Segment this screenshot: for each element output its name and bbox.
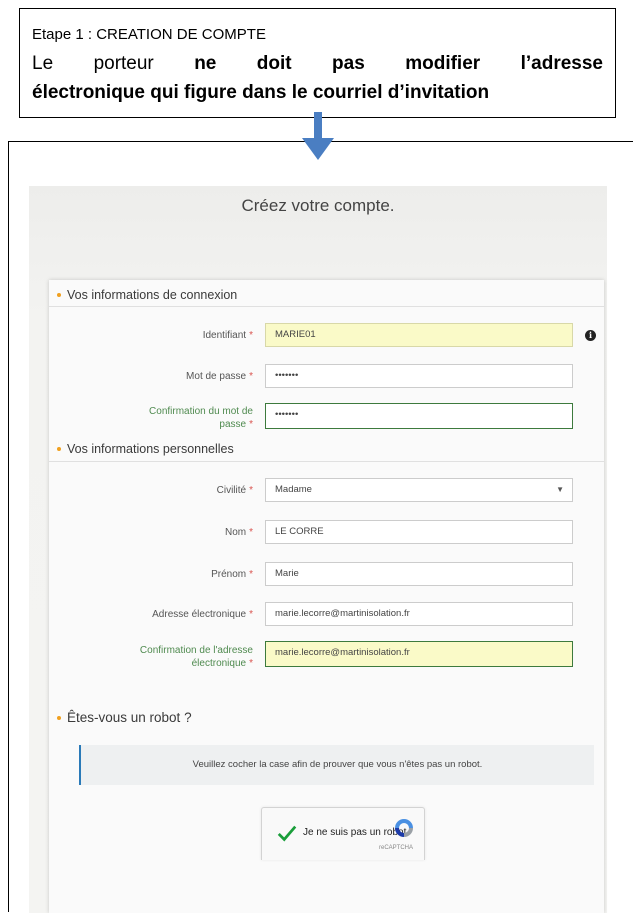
identifiant-label: Identifiant *	[202, 330, 253, 341]
info-icon[interactable]: i	[585, 330, 596, 341]
instruction-box: Etape 1 : CREATION DE COMPTE Le porteur …	[19, 8, 616, 118]
step-title: Etape 1 : CREATION DE COMPTE	[32, 26, 266, 43]
civilite-select[interactable]: Madame ▼	[265, 478, 573, 502]
checkmark-icon[interactable]	[276, 822, 298, 844]
password-input[interactable]: •••••••	[265, 364, 573, 388]
page-title: Créez votre compte.	[241, 196, 395, 215]
identifiant-input[interactable]: MARIE01	[265, 323, 573, 347]
robot-info-message: Veuillez cocher la case afin de prouver …	[79, 745, 594, 785]
signup-page: Créez votre compte. Vos informations de …	[29, 186, 607, 913]
signup-form: Vos informations de connexion Identifian…	[49, 280, 604, 913]
recaptcha-label: Je ne suis pas un robot	[303, 827, 407, 838]
instruction-bold-word: modifier	[405, 53, 481, 74]
prenom-input[interactable]: Marie	[265, 562, 573, 586]
civilite-label: Civilité *	[216, 485, 253, 496]
civilite-value: Madame	[275, 484, 312, 495]
password-label: Mot de passe *	[186, 371, 253, 382]
screenshot-frame: Créez votre compte. Vos informations de …	[8, 141, 633, 913]
email-label: Adresse électronique *	[152, 609, 253, 620]
instruction-bold-word: pas	[332, 53, 365, 74]
recaptcha-logo-icon	[395, 819, 413, 837]
section-divider	[49, 306, 604, 307]
bullet-dot-icon	[57, 447, 61, 451]
section-title-robot: Êtes-vous un robot ?	[57, 710, 192, 725]
instruction-line-2: électronique qui figure dans le courriel…	[32, 82, 490, 103]
instruction-bold-word: l’adresse	[520, 53, 603, 74]
instruction-word: porteur	[93, 53, 154, 74]
recaptcha-brand: reCAPTCHA	[379, 845, 414, 851]
prenom-label: Prénom *	[211, 569, 253, 580]
password-confirm-input[interactable]: •••••••	[265, 403, 573, 429]
bullet-dot-icon	[57, 715, 61, 720]
nom-label: Nom *	[224, 527, 253, 538]
email-confirm-input[interactable]: marie.lecorre@martinisolation.fr	[265, 641, 573, 667]
recaptcha-widget[interactable]: Je ne suis pas un robot reCAPTCHA	[261, 807, 425, 860]
section-title-personnelles: Vos informations personnelles	[57, 442, 234, 456]
email-input[interactable]: marie.lecorre@martinisolation.fr	[265, 602, 573, 626]
email-confirm-label: Confirmation de l'adresse électronique *	[139, 645, 253, 669]
instruction-word: Le	[32, 53, 54, 74]
down-arrow-icon	[302, 112, 334, 160]
bullet-dot-icon	[57, 293, 61, 297]
password-confirm-label: Confirmation du mot de passe *	[149, 406, 253, 430]
section-title-connexion: Vos informations de connexion	[57, 288, 237, 302]
chevron-down-icon: ▼	[556, 485, 564, 494]
instruction-line-1: Le porteur ne doit pas modifier l’adress…	[32, 49, 603, 78]
nom-input[interactable]: LE CORRE	[265, 520, 573, 544]
instruction-bold-word: doit	[256, 53, 292, 74]
instruction-message: Le porteur ne doit pas modifier l’adress…	[32, 49, 603, 107]
section-divider	[49, 461, 604, 462]
instruction-bold-word: ne	[194, 53, 217, 74]
